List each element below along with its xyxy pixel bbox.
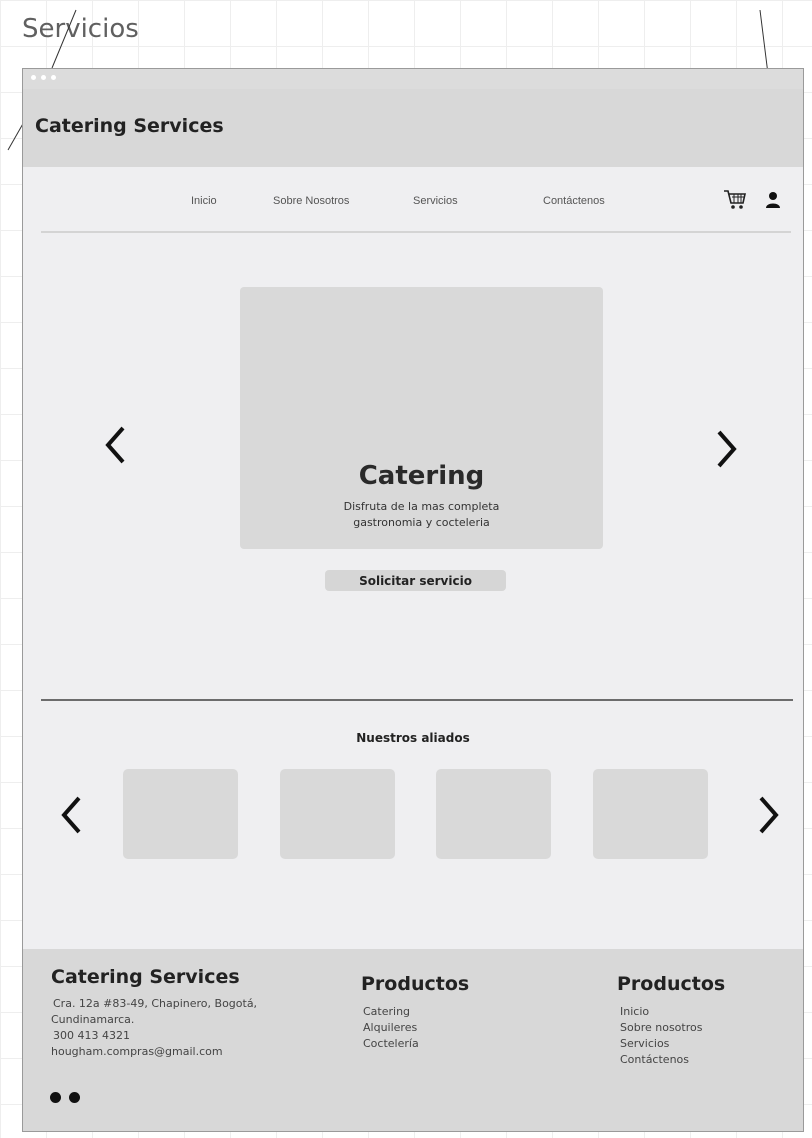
footer-product-link[interactable]: Alquileres [363, 1020, 417, 1036]
ally-logo-placeholder[interactable] [436, 769, 551, 859]
browser-frame: Catering Services Inicio Sobre Nosotros … [22, 68, 804, 1132]
footer-product-link[interactable]: Catering [363, 1004, 410, 1020]
facebook-icon[interactable] [69, 1092, 80, 1103]
chevron-right-icon[interactable] [713, 429, 739, 469]
ally-logo-placeholder[interactable] [280, 769, 395, 859]
nav-item-inicio[interactable]: Inicio [191, 195, 217, 207]
request-service-button[interactable]: Solicitar servicio [325, 570, 506, 591]
footer-email[interactable]: hougham.compras@gmail.com [51, 1044, 223, 1060]
footer-phone: 300 413 4321 [53, 1029, 130, 1042]
section-divider [41, 699, 793, 701]
footer-address-line: Cra. 12a #83-49, Chapinero, Bogotá, [53, 997, 258, 1010]
slide-description-line: Disfruta de la mas completa [343, 500, 500, 513]
chevron-left-icon[interactable] [103, 425, 129, 465]
footer-products-title: Productos [361, 973, 470, 995]
slide-description: Disfruta de la mas completa gastronomia … [300, 499, 543, 531]
footer-address-line: Cundinamarca. [51, 1013, 135, 1026]
footer-product-link[interactable]: Coctelería [363, 1036, 419, 1052]
site-brand[interactable]: Catering Services [35, 115, 224, 137]
footer-brand-title: Catering Services [51, 966, 240, 988]
chevron-right-icon[interactable] [755, 795, 781, 835]
ally-logo-placeholder[interactable] [123, 769, 238, 859]
nav-item-sobre-nosotros[interactable]: Sobre Nosotros [273, 195, 349, 207]
footer-links-title: Productos [617, 973, 726, 995]
slide-description-line: gastronomia y cocteleria [353, 516, 490, 529]
instagram-icon[interactable] [50, 1092, 61, 1103]
window-dot [41, 75, 46, 80]
slide-title: Catering [358, 461, 485, 491]
footer-nav-link[interactable]: Inicio [620, 1004, 649, 1020]
footer-nav-link[interactable]: Contáctenos [620, 1052, 689, 1068]
chevron-left-icon[interactable] [59, 795, 85, 835]
window-dot [31, 75, 36, 80]
ally-logo-placeholder[interactable] [593, 769, 708, 859]
allies-title: Nuestros aliados [356, 731, 470, 745]
hero-carousel-slide: Catering Disfruta de la mas completa gas… [240, 287, 603, 549]
window-controls [23, 69, 803, 89]
nav-item-servicios[interactable]: Servicios [413, 195, 458, 207]
site-footer: Catering Services Cra. 12a #83-49, Chapi… [23, 949, 803, 1131]
nav-divider [41, 231, 791, 233]
shopping-cart-icon[interactable] [723, 189, 747, 211]
main-nav: Inicio Sobre Nosotros Servicios Contácte… [23, 189, 803, 213]
footer-nav-link[interactable]: Sobre nosotros [620, 1020, 702, 1036]
nav-item-contactenos[interactable]: Contáctenos [543, 195, 605, 207]
window-dot [51, 75, 56, 80]
site-header: Catering Services [23, 89, 803, 167]
user-icon[interactable] [765, 191, 781, 209]
footer-nav-link[interactable]: Servicios [620, 1036, 669, 1052]
